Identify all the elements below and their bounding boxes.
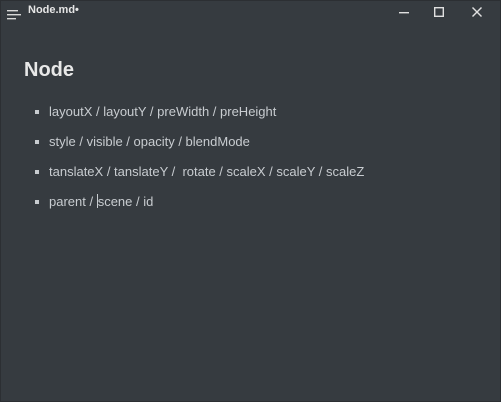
editor-content[interactable]: Node layoutX / layoutY / preWidth / preH… [1, 22, 500, 401]
window-title: Node.md• [28, 4, 79, 16]
minimize-button[interactable] [387, 1, 421, 22]
list-item[interactable]: tanslateX / tanslateY / rotate / scaleX … [1, 162, 364, 192]
list-item-text[interactable]: layoutX / layoutY / preWidth / preHeight [49, 104, 276, 119]
bullet-icon [35, 170, 39, 174]
list-item[interactable]: parent / scene / id [1, 192, 153, 222]
title-bar[interactable]: Node.md• [1, 1, 500, 22]
maximize-icon [434, 6, 444, 17]
bullet-list[interactable]: layoutX / layoutY / preWidth / preHeight… [1, 102, 364, 222]
bullet-icon [35, 110, 39, 114]
bullet-icon [35, 200, 39, 204]
document-heading[interactable]: Node [24, 59, 74, 82]
list-item-text[interactable]: parent / scene / id [49, 194, 153, 209]
minimize-icon [399, 11, 409, 13]
text-before-cursor: parent / [49, 194, 97, 209]
bullet-icon [35, 140, 39, 144]
text-after-cursor: scene / id [97, 194, 154, 209]
close-button[interactable] [460, 1, 494, 22]
maximize-button[interactable] [422, 1, 456, 22]
list-item[interactable]: style / visible / opacity / blendMode [1, 132, 250, 162]
close-icon [472, 6, 482, 17]
list-item[interactable]: layoutX / layoutY / preWidth / preHeight [1, 102, 276, 132]
list-item-text[interactable]: style / visible / opacity / blendMode [49, 134, 250, 149]
list-item-text[interactable]: tanslateX / tanslateY / rotate / scaleX … [49, 164, 364, 179]
hamburger-menu-icon[interactable] [7, 7, 21, 20]
editor-window: Node.md• Node layoutX / layoutY / preWid… [0, 0, 501, 402]
